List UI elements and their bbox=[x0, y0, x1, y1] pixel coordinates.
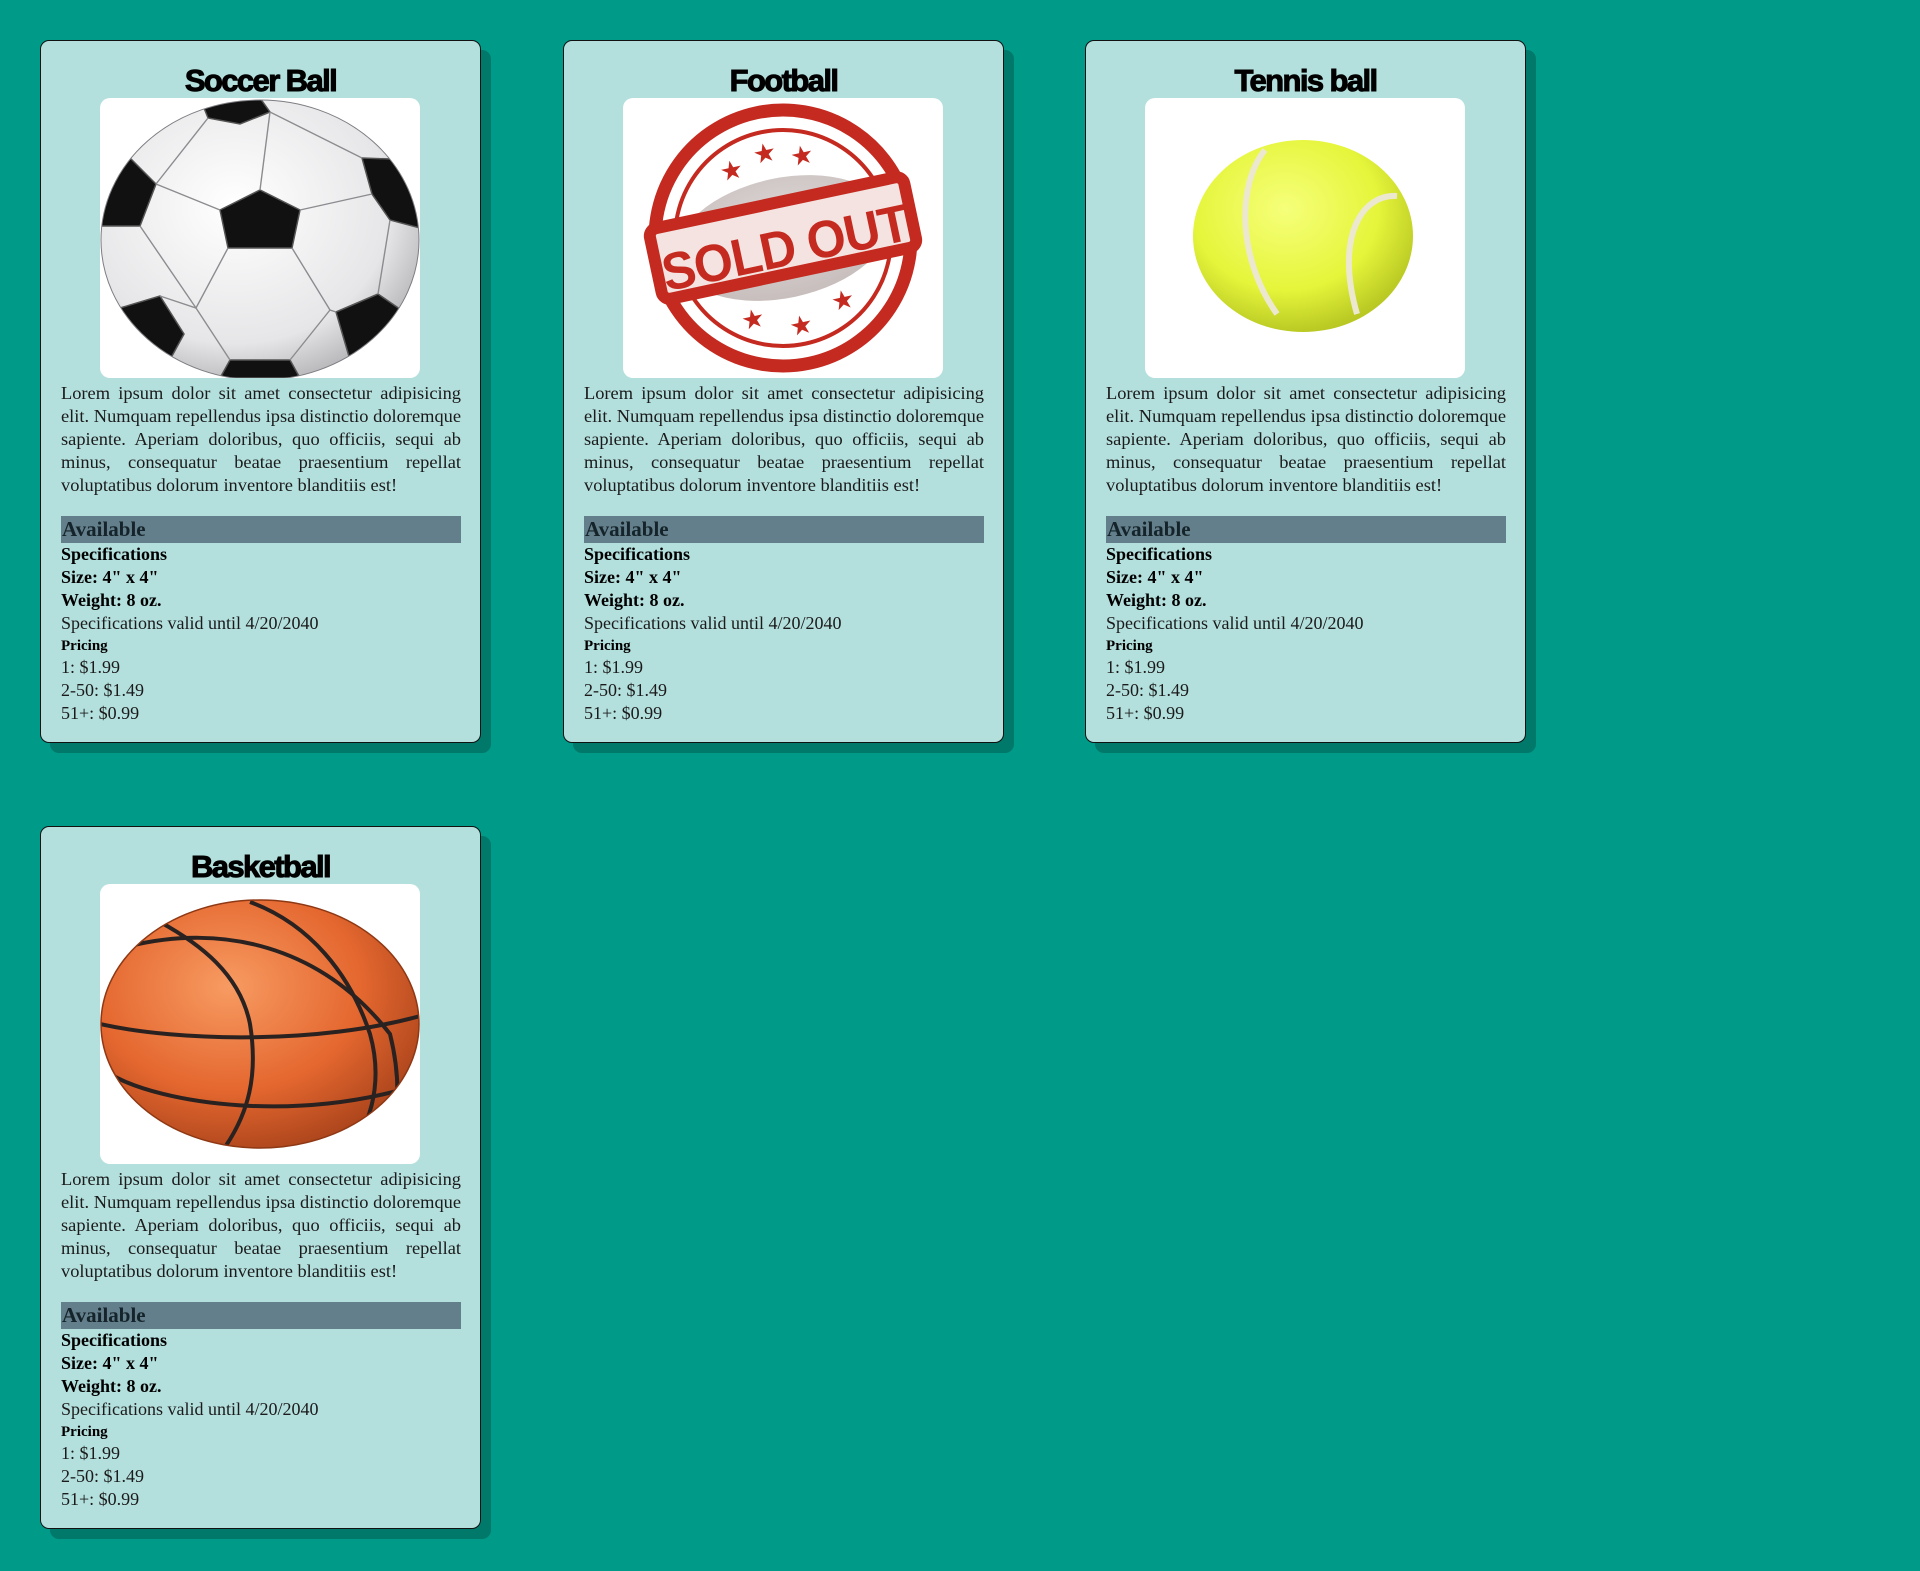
soccer-ball-illustration bbox=[100, 99, 420, 378]
price-tier-2: 2-50: $1.49 bbox=[584, 680, 667, 700]
spec-valid-until: Specifications valid until 4/20/2040 bbox=[1106, 613, 1364, 633]
price-tier-2: 2-50: $1.49 bbox=[1106, 680, 1189, 700]
price-tier-3: 51+: $0.99 bbox=[584, 703, 663, 723]
specifications-heading: Specifications bbox=[584, 544, 690, 564]
price-tier-3: 51+: $0.99 bbox=[1106, 703, 1185, 723]
svg-text:★: ★ bbox=[717, 154, 746, 188]
price-tier-1: 1: $1.99 bbox=[61, 1443, 121, 1463]
basketball-illustration bbox=[100, 899, 420, 1149]
specifications-heading: Specifications bbox=[1106, 544, 1212, 564]
card-title: Soccer Ball bbox=[184, 63, 338, 99]
sold-out-stamp-image: ★ ★ ★ ★ ★ ★ SOLD OUT bbox=[623, 98, 943, 378]
sold-out-stamp-illustration: ★ ★ ★ ★ ★ ★ SOLD OUT bbox=[643, 103, 923, 373]
availability-status: Available bbox=[1106, 516, 1506, 543]
price-tier-1: 1: $1.99 bbox=[1106, 657, 1166, 677]
pricing-heading: Pricing bbox=[1106, 638, 1153, 654]
product-card: Football ★ ★ ★ ★ ★ ★ SOLD OUT Lorem ipsu… bbox=[563, 40, 1004, 743]
svg-text:★: ★ bbox=[788, 139, 817, 173]
spec-size: Size: 4" x 4" bbox=[584, 567, 682, 587]
price-tier-2: 2-50: $1.49 bbox=[61, 1466, 144, 1486]
card-title: Tennis ball bbox=[1234, 63, 1379, 99]
svg-text:★: ★ bbox=[787, 309, 816, 343]
card-title: Basketball bbox=[190, 849, 332, 885]
spec-weight: Weight: 8 oz. bbox=[1106, 590, 1207, 610]
price-tier-1: 1: $1.99 bbox=[584, 657, 644, 677]
spec-size: Size: 4" x 4" bbox=[1106, 567, 1204, 587]
availability-status: Available bbox=[61, 516, 461, 543]
svg-text:★: ★ bbox=[739, 303, 768, 337]
product-description: Lorem ipsum dolor sit amet consectetur a… bbox=[61, 383, 461, 495]
spec-valid-until: Specifications valid until 4/20/2040 bbox=[61, 1399, 319, 1419]
tennis-ball-image bbox=[1145, 98, 1465, 378]
svg-text:★: ★ bbox=[829, 284, 858, 318]
product-card: Tennis ball Lorem ipsum dolor sit amet c… bbox=[1085, 40, 1526, 743]
product-card: Basketball Lorem ipsum dolor sit amet co… bbox=[40, 826, 481, 1529]
availability-status: Available bbox=[584, 516, 984, 543]
pricing-heading: Pricing bbox=[61, 638, 108, 654]
spec-weight: Weight: 8 oz. bbox=[584, 590, 685, 610]
spec-valid-until: Specifications valid until 4/20/2040 bbox=[584, 613, 842, 633]
spec-size: Size: 4" x 4" bbox=[61, 567, 159, 587]
product-description: Lorem ipsum dolor sit amet consectetur a… bbox=[584, 383, 984, 495]
specifications-heading: Specifications bbox=[61, 544, 167, 564]
product-description: Lorem ipsum dolor sit amet consectetur a… bbox=[61, 1169, 461, 1281]
product-description: Lorem ipsum dolor sit amet consectetur a… bbox=[1106, 383, 1506, 495]
basketball-image bbox=[100, 884, 420, 1164]
product-card: Soccer Ball Lorem ipsum dolor sit amet c… bbox=[40, 40, 481, 743]
soccer-ball-image bbox=[100, 98, 420, 378]
specifications-heading: Specifications bbox=[61, 1330, 167, 1350]
price-tier-3: 51+: $0.99 bbox=[61, 703, 140, 723]
availability-status: Available bbox=[61, 1302, 461, 1329]
card-title: Football bbox=[729, 63, 839, 99]
spec-weight: Weight: 8 oz. bbox=[61, 590, 162, 610]
svg-text:★: ★ bbox=[750, 137, 779, 171]
spec-valid-until: Specifications valid until 4/20/2040 bbox=[61, 613, 319, 633]
spec-weight: Weight: 8 oz. bbox=[61, 1376, 162, 1396]
price-tier-3: 51+: $0.99 bbox=[61, 1489, 140, 1509]
spec-size: Size: 4" x 4" bbox=[61, 1353, 159, 1373]
pricing-heading: Pricing bbox=[61, 1424, 108, 1440]
price-tier-2: 2-50: $1.49 bbox=[61, 680, 144, 700]
price-tier-1: 1: $1.99 bbox=[61, 657, 121, 677]
tennis-ball-illustration bbox=[1193, 140, 1413, 332]
pricing-heading: Pricing bbox=[584, 638, 631, 654]
